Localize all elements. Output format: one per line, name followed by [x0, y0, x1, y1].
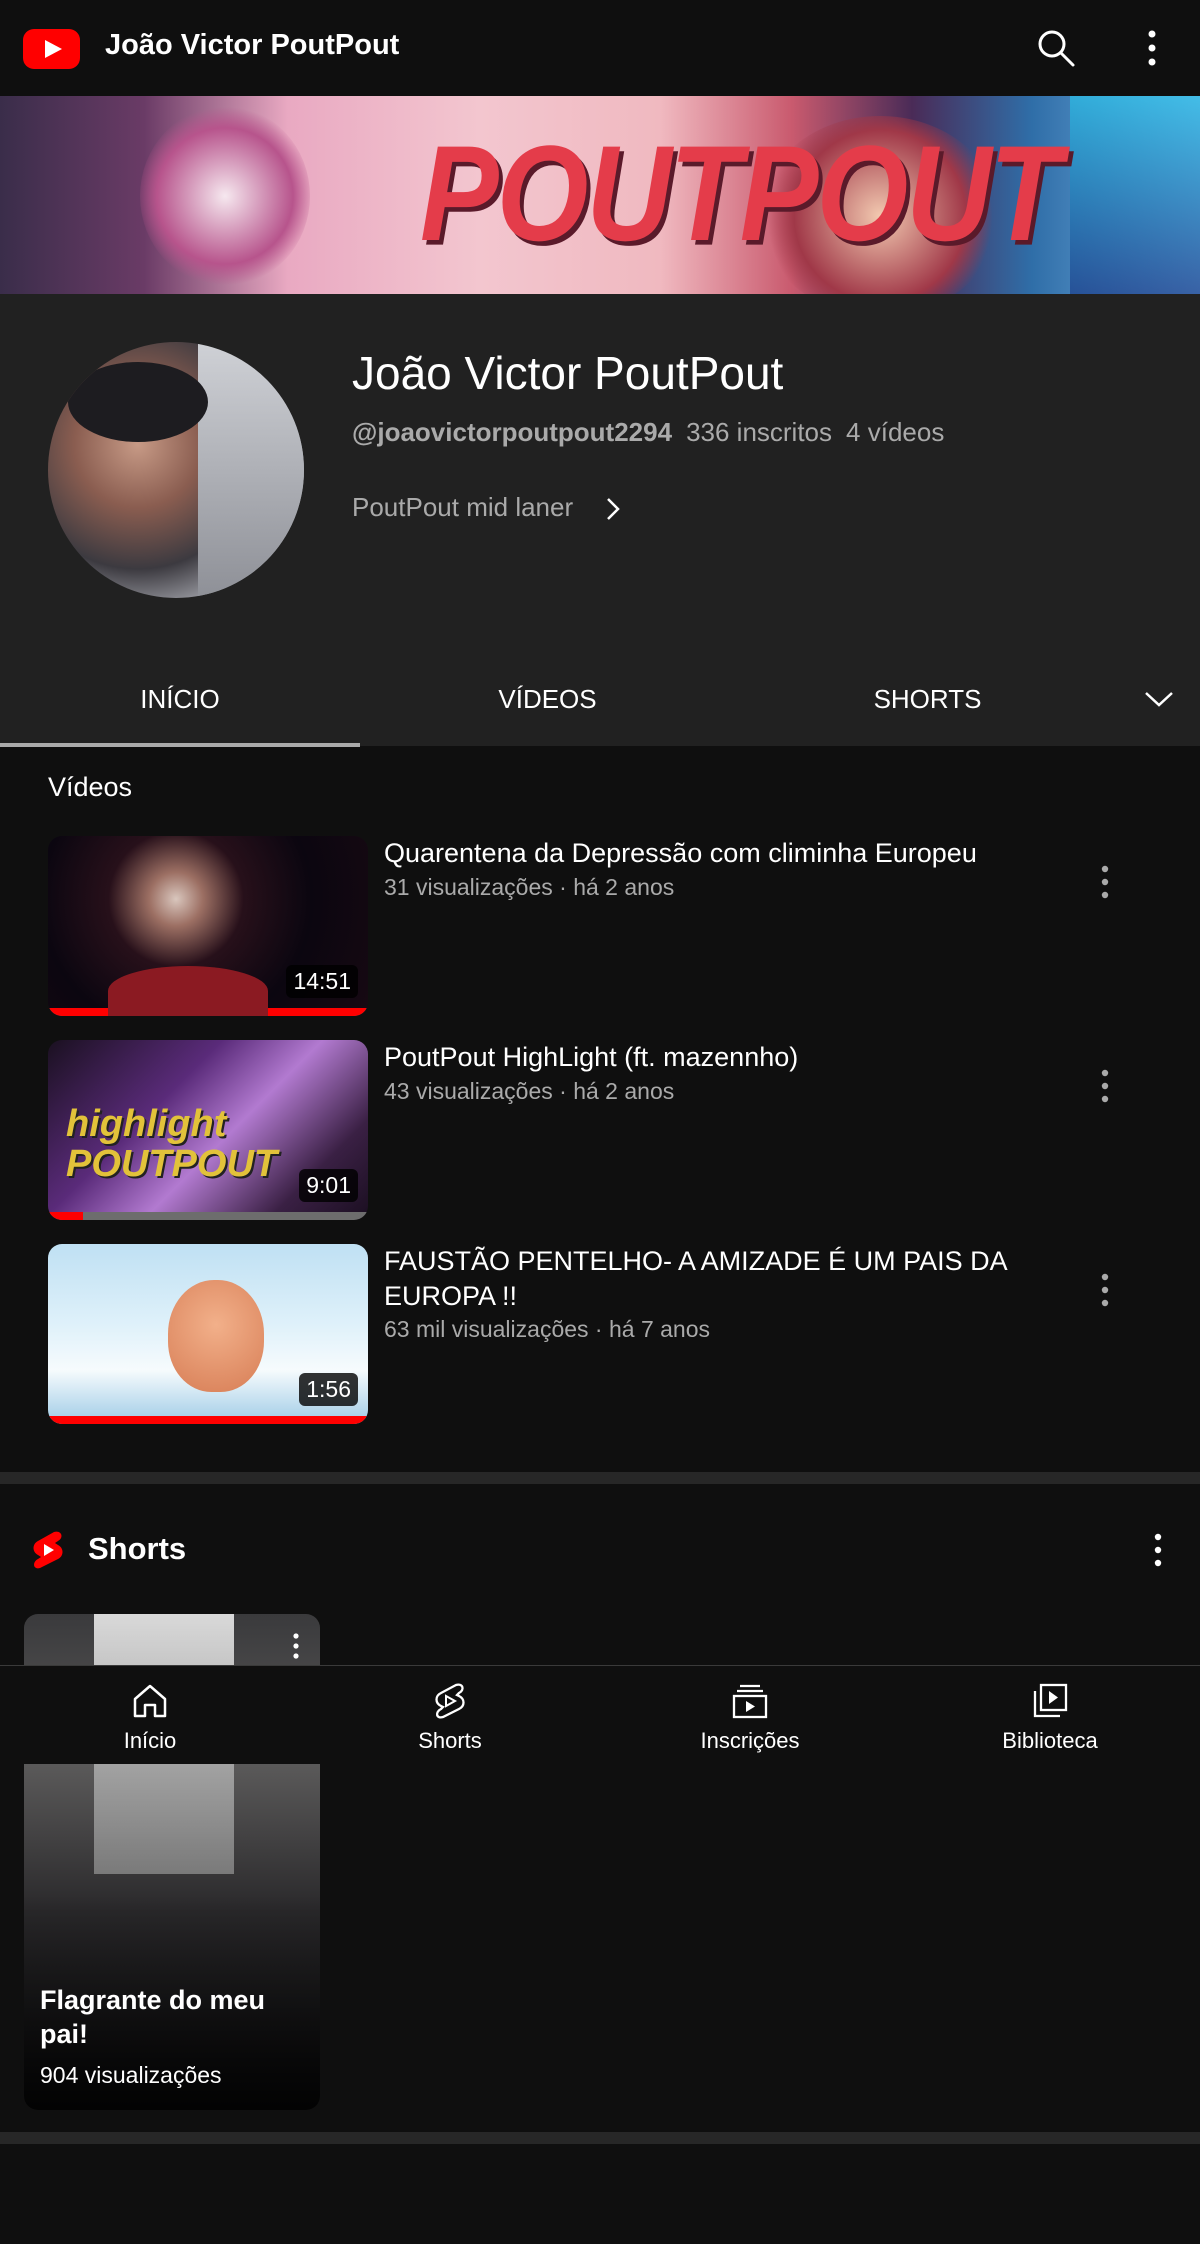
video-list-item[interactable]: 14:51 Quarentena da Depressão com climin… [48, 836, 1188, 1016]
channel-description[interactable]: PoutPout mid laner [352, 492, 573, 523]
channel-meta: @joaovictorpoutpout2294 336 inscritos 4 ví… [352, 417, 944, 448]
duration-badge: 1:56 [299, 1373, 358, 1406]
video-list-item[interactable]: 1:56 FAUSTÃO PENTELHO- A AMIZADE É UM PA… [48, 1244, 1188, 1424]
subscriber-count: 336 inscritos [686, 417, 833, 447]
subscriptions-icon [732, 1684, 768, 1719]
shorts-logo-icon [33, 1531, 63, 1569]
library-icon [1033, 1683, 1068, 1718]
video-meta: 43 visualizações · há 2 anos [384, 1078, 675, 1104]
section-divider [0, 1472, 1200, 1484]
tab-videos[interactable]: VÍDEOS [360, 652, 735, 746]
home-icon [133, 1684, 167, 1718]
short-title[interactable]: Flagrante do meu pai! [40, 1983, 300, 2051]
duration-badge: 9:01 [299, 1169, 358, 1202]
chevron-right-icon[interactable] [603, 494, 623, 524]
channel-tabs: INÍCIO VÍDEOS SHORTS [0, 652, 1200, 746]
video-meta: 31 visualizações · há 2 anos [384, 874, 675, 900]
watch-progress-bar [48, 1212, 368, 1220]
video-thumbnail[interactable]: 1:56 [48, 1244, 368, 1424]
nav-item-subscriptions[interactable]: Inscrições [600, 1666, 900, 1765]
nav-item-home[interactable]: Início [0, 1666, 300, 1765]
duration-badge: 14:51 [286, 965, 358, 998]
nav-item-library[interactable]: Biblioteca [900, 1666, 1200, 1765]
channel-banner: POUTPOUT [0, 96, 1200, 294]
tab-home[interactable]: INÍCIO [0, 652, 360, 746]
more-vertical-icon[interactable] [292, 1632, 300, 1660]
nav-label: Inscrições [700, 1728, 800, 1753]
videos-section-title: Vídeos [48, 772, 133, 802]
channel-avatar[interactable] [48, 342, 304, 598]
video-meta: 63 mil visualizações · há 7 anos [384, 1316, 710, 1342]
watch-progress-bar [48, 1416, 368, 1424]
video-title[interactable]: PoutPout HighLight (ft. mazennho) [384, 1040, 1034, 1075]
watch-progress-bar [48, 1008, 368, 1016]
shorts-icon [435, 1683, 465, 1719]
page-title: João Victor PoutPout [105, 29, 400, 61]
search-icon[interactable] [1036, 28, 1076, 68]
more-vertical-icon[interactable] [1153, 1532, 1163, 1568]
section-divider [0, 2132, 1200, 2144]
more-vertical-icon[interactable] [1100, 864, 1110, 900]
chevron-down-icon[interactable] [1140, 685, 1178, 713]
video-count: 4 vídeos [846, 417, 945, 447]
channel-name: João Victor PoutPout [352, 347, 784, 399]
bottom-navigation: Início Shorts Inscrições Biblioteca [0, 1665, 1200, 1764]
video-title[interactable]: FAUSTÃO PENTELHO- A AMIZADE É UM PAIS DA… [384, 1244, 1034, 1314]
channel-handle: @joaovictorpoutpout2294 [352, 417, 673, 447]
top-app-bar: João Victor PoutPout [0, 0, 1200, 96]
nav-label: Início [123, 1728, 177, 1753]
more-vertical-icon[interactable] [1100, 1272, 1110, 1308]
youtube-logo-icon[interactable] [23, 29, 80, 69]
short-views: 904 visualizações [40, 2062, 222, 2088]
tab-selected-indicator [0, 743, 360, 747]
shorts-section-title: Shorts [88, 1531, 187, 1566]
tab-shorts[interactable]: SHORTS [735, 652, 1120, 746]
nav-label: Shorts [418, 1728, 482, 1753]
video-thumbnail[interactable]: 14:51 [48, 836, 368, 1016]
video-list-item[interactable]: highlight POUTPOUT 9:01 PoutPout HighLig… [48, 1040, 1188, 1220]
video-title[interactable]: Quarentena da Depressão com climinha Eur… [384, 836, 1034, 871]
banner-text: POUTPOUT [420, 118, 1062, 270]
more-vertical-icon[interactable] [1100, 1068, 1110, 1104]
nav-item-shorts[interactable]: Shorts [300, 1666, 600, 1765]
nav-label: Biblioteca [1002, 1728, 1098, 1753]
video-thumbnail[interactable]: highlight POUTPOUT 9:01 [48, 1040, 368, 1220]
more-vertical-icon[interactable] [1138, 26, 1166, 70]
